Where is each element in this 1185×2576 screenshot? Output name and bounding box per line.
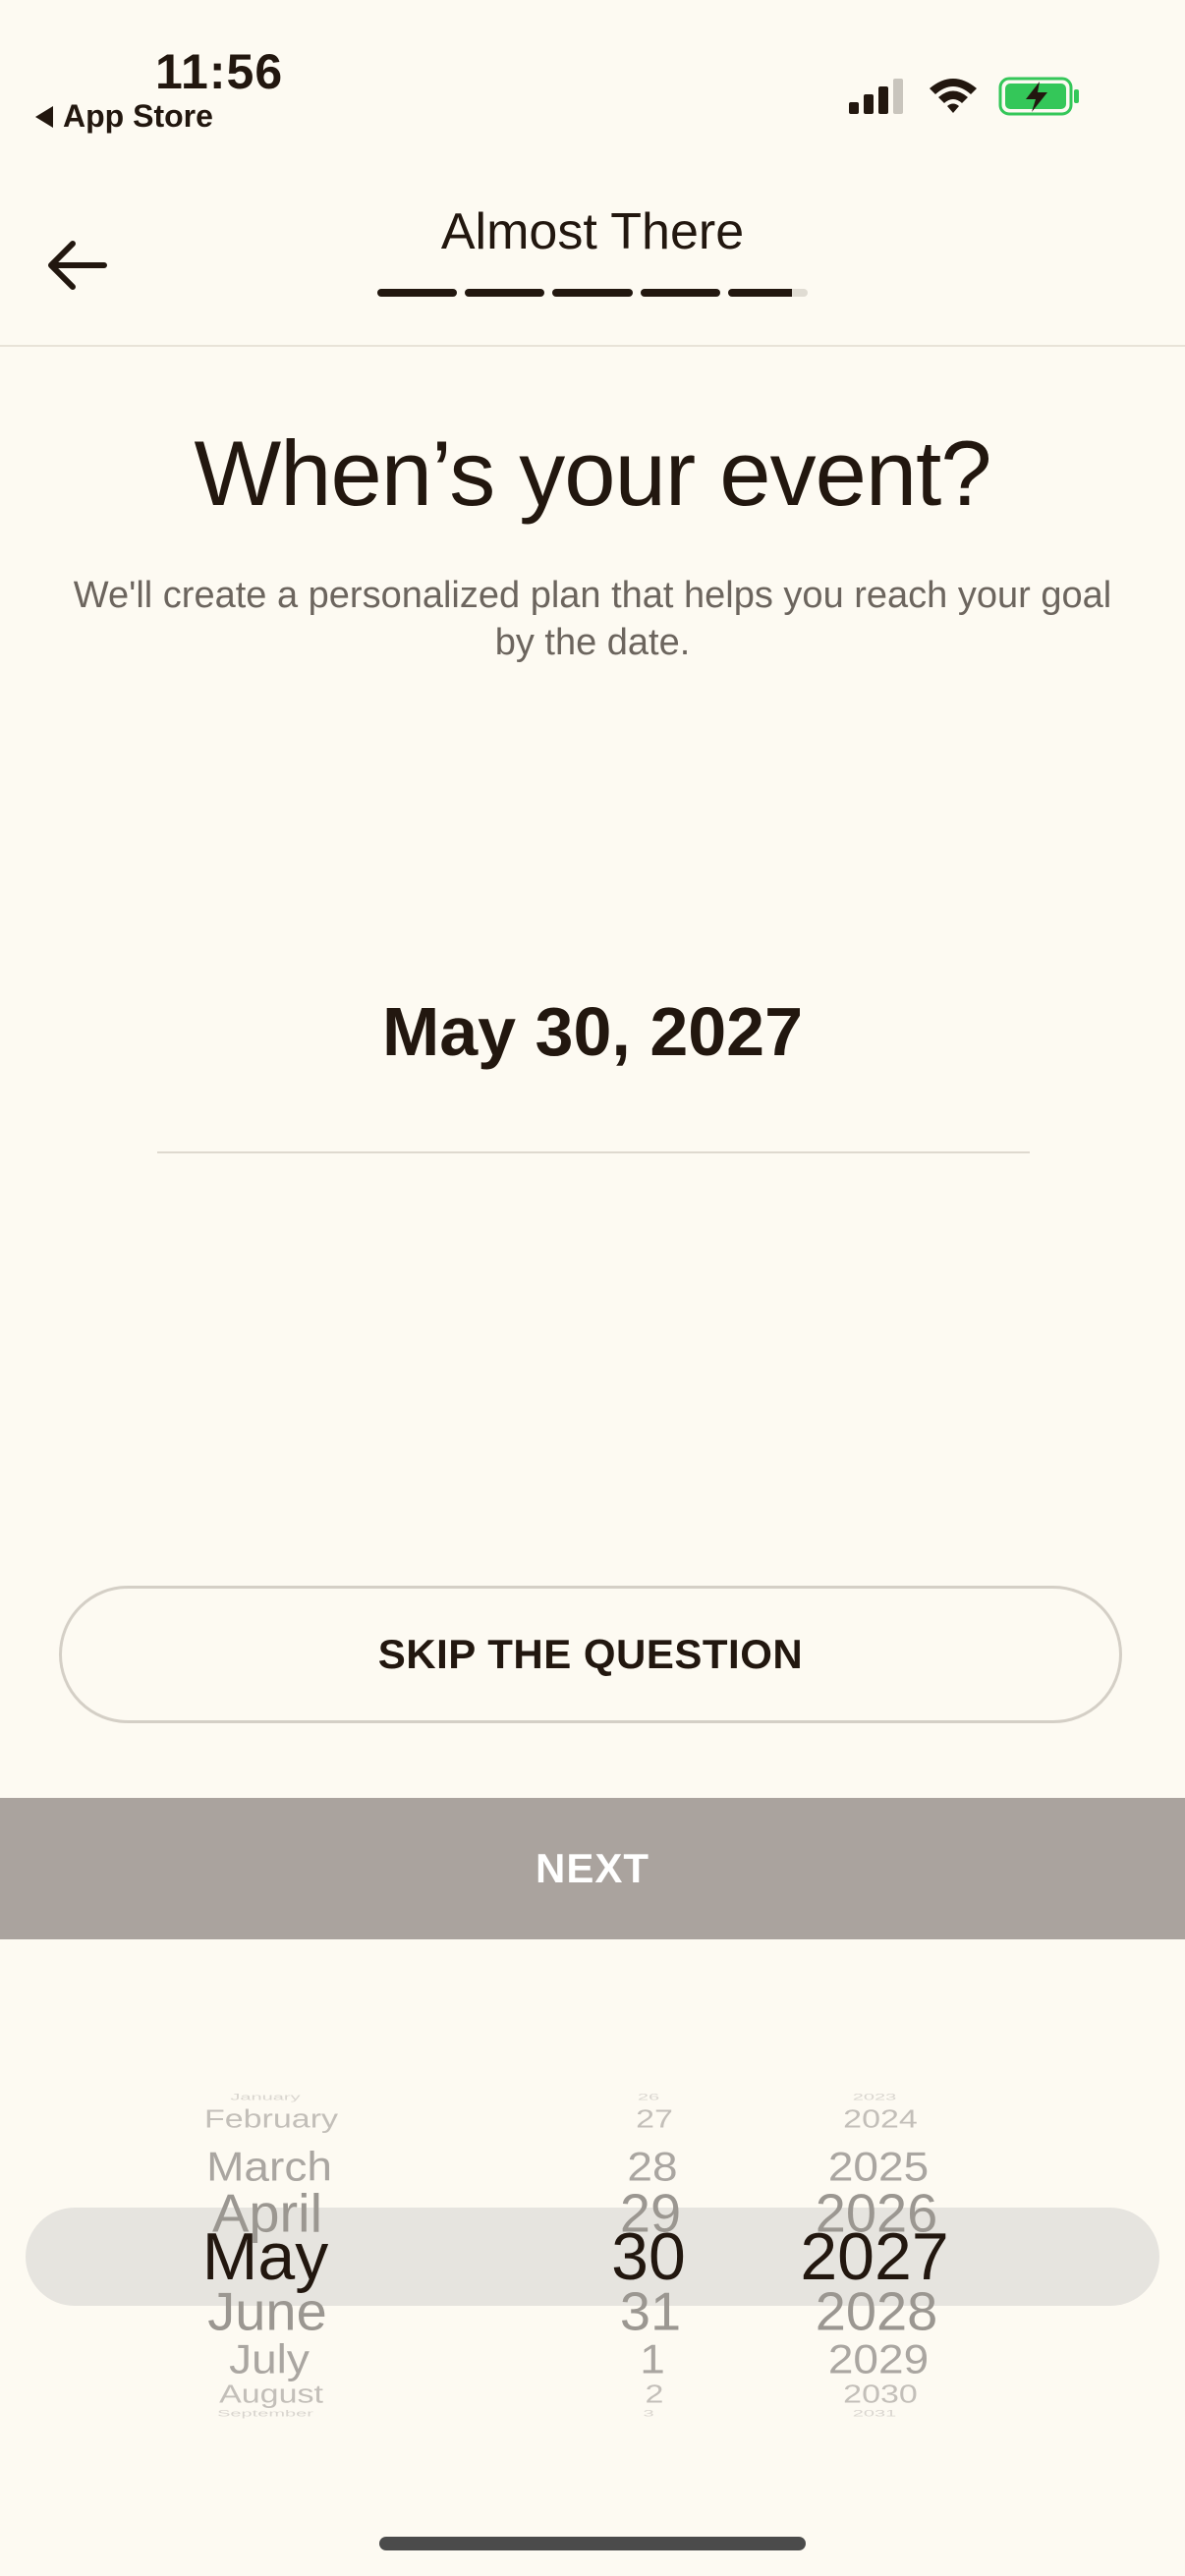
page-subtitle: We'll create a personalized plan that he… bbox=[73, 575, 1112, 663]
header-divider bbox=[0, 345, 1185, 347]
back-triangle-icon bbox=[35, 105, 53, 128]
month-option-selected[interactable]: May bbox=[202, 2223, 328, 2290]
year-option-selected[interactable]: 2027 bbox=[800, 2223, 948, 2290]
day-option[interactable]: 27 bbox=[636, 2106, 673, 2132]
date-picker-wheel[interactable]: January February March April May June July Augu… bbox=[0, 1939, 1185, 2529]
year-option[interactable]: 2024 bbox=[843, 2106, 918, 2132]
month-option[interactable]: February bbox=[204, 2106, 338, 2132]
back-app-label: App Store bbox=[63, 98, 213, 134]
next-button[interactable]: NEXT bbox=[0, 1798, 1185, 1939]
month-option[interactable]: July bbox=[229, 2338, 310, 2379]
day-option[interactable]: 26 bbox=[638, 2094, 659, 2102]
progress-segment bbox=[465, 289, 545, 297]
year-option[interactable]: 2025 bbox=[828, 2146, 929, 2186]
progress-segment bbox=[377, 289, 458, 297]
year-option[interactable]: 2023 bbox=[853, 2094, 897, 2102]
cellular-signal-icon bbox=[849, 79, 903, 114]
progress-segment bbox=[727, 289, 809, 297]
wifi-icon bbox=[930, 79, 977, 113]
day-option[interactable]: 28 bbox=[627, 2146, 677, 2186]
progress-segment bbox=[640, 289, 720, 297]
header-title: Almost There bbox=[440, 203, 745, 260]
progress-segment bbox=[552, 289, 633, 297]
year-option[interactable]: 2028 bbox=[816, 2284, 938, 2338]
day-option[interactable]: 3 bbox=[643, 2410, 653, 2419]
year-option[interactable]: 2029 bbox=[828, 2338, 929, 2379]
day-option[interactable]: 2 bbox=[646, 2381, 664, 2407]
back-to-app-store-link[interactable]: App Store bbox=[35, 98, 213, 135]
step-progress-bar bbox=[377, 289, 809, 297]
page-title: When’s your event? bbox=[194, 421, 991, 525]
year-option[interactable]: 2030 bbox=[843, 2381, 918, 2407]
year-option[interactable]: 2031 bbox=[853, 2410, 897, 2419]
home-indicator bbox=[379, 2537, 806, 2550]
month-option[interactable]: September bbox=[217, 2410, 313, 2419]
day-option-selected[interactable]: 30 bbox=[611, 2223, 686, 2290]
battery-charging-icon bbox=[998, 77, 1079, 116]
skip-question-button[interactable]: SKIP THE QUESTION bbox=[59, 1586, 1122, 1723]
month-option[interactable]: March bbox=[206, 2146, 332, 2186]
selected-date-display[interactable]: May 30, 2027 bbox=[0, 992, 1185, 1071]
month-option[interactable]: January bbox=[230, 2094, 300, 2102]
month-option[interactable]: June bbox=[207, 2284, 326, 2338]
date-underline bbox=[157, 1151, 1030, 1153]
month-option[interactable]: August bbox=[219, 2381, 323, 2407]
day-option[interactable]: 1 bbox=[640, 2338, 665, 2379]
day-option[interactable]: 31 bbox=[620, 2284, 681, 2338]
status-time: 11:56 bbox=[155, 44, 284, 99]
